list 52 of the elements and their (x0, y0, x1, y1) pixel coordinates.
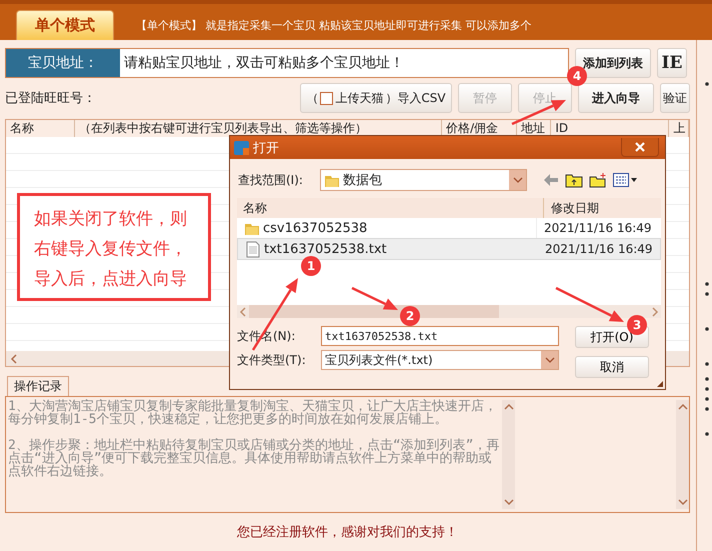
scroll-down-icon (504, 498, 514, 506)
file-type-label: 文件类型(T): (237, 352, 307, 368)
new-folder-icon (589, 172, 607, 188)
annotation-arrow (555, 286, 624, 322)
annotation-arrow (351, 286, 398, 310)
scroll-up-icon (678, 403, 688, 411)
file-name-field[interactable]: txt1637052538.txt (321, 326, 559, 346)
up-folder-icon (565, 172, 583, 188)
import-csv-button[interactable]: （ 上传天猫 ）导入CSV (300, 83, 452, 113)
checkbox[interactable] (320, 92, 334, 104)
view-menu-icon (613, 173, 637, 187)
registration-notice: 您已经注册软件，感谢对我们的支持！ (236, 524, 459, 541)
file-date: 2021/11/16 16:49 (543, 221, 652, 235)
log-paragraph: 1、大淘营淘宝店铺宝贝复制专家能批量复制淘宝、天猫宝贝，让广大店主快速开店，每分钟复制1-5个宝贝，快速稳定，让您把更多的时间放在如何发展店铺上。 (8, 400, 498, 426)
column-header[interactable]: 名称 (237, 198, 544, 218)
file-name: txt1637052538.txt (264, 242, 387, 256)
column-header[interactable]: 修改日期 (544, 198, 599, 218)
annotation-note: 如果关闭了软件，则右键导入复传文件，导入后，点进入向导 (17, 193, 211, 301)
url-value: 请粘贴宝贝地址，双击可粘贴多个宝贝地址！ (123, 54, 404, 73)
scroll-left-icon (10, 354, 18, 364)
look-in-label: 查找范围(I): (238, 172, 304, 188)
column-header[interactable]: 名称 (6, 120, 75, 137)
ie-button[interactable]: IE (657, 48, 687, 78)
scroll-up-icon (504, 403, 514, 411)
wizard-button[interactable]: 进入向导 (578, 83, 654, 113)
url-label: 宝贝地址： (6, 49, 120, 77)
url-field[interactable]: 宝贝地址： 请粘贴宝贝地址，双击可粘贴多个宝贝地址！ (5, 48, 569, 78)
close-icon (635, 142, 645, 152)
scroll-right-icon (651, 306, 659, 316)
scroll-left-icon (239, 306, 247, 316)
column-header[interactable]: 上 (669, 120, 689, 137)
log-paragraph: 2、操作步聚：地址栏中粘贴待复制宝贝或店铺或分类的地址，点击“添加到列表”，再点击“进入向导”便可下载完整宝贝信息。具体使用帮助请点软件上方菜单中的帮助或点软件右边链接。 (8, 439, 500, 478)
verify-button[interactable]: 验证 (660, 83, 690, 113)
file-row[interactable]: txt1637052538.txt 2021/11/16 16:49 (237, 238, 661, 260)
log-tab[interactable]: 操作记录 (7, 376, 69, 396)
account-label: 已登陆旺旺号： (5, 90, 96, 107)
mode-tab[interactable]: 单个模式 (16, 10, 114, 40)
file-name: csv1637052538 (263, 220, 368, 236)
close-button[interactable] (621, 138, 659, 157)
scroll-down-icon (678, 498, 688, 506)
look-in-dropdown[interactable]: 数据包 (320, 169, 527, 191)
file-type-dropdown[interactable]: 宝贝列表文件(*.txt) (321, 350, 559, 370)
horizontal-scrollbar[interactable] (237, 305, 661, 318)
app-icon (234, 140, 250, 156)
cancel-button[interactable]: 取消 (575, 356, 649, 378)
dialog-title: 打开 (253, 140, 279, 156)
vertical-scrollbar[interactable] (502, 400, 515, 509)
mode-description: 【单个模式】 就是指定采集一个宝贝 粘贴该宝贝地址即可进行采集 可以添加多个 (136, 18, 532, 32)
file-date: 2021/11/16 16:49 (544, 242, 653, 256)
vertical-scrollbar[interactable] (676, 400, 689, 509)
back-arrow-icon (543, 173, 559, 187)
document-icon (246, 240, 260, 258)
